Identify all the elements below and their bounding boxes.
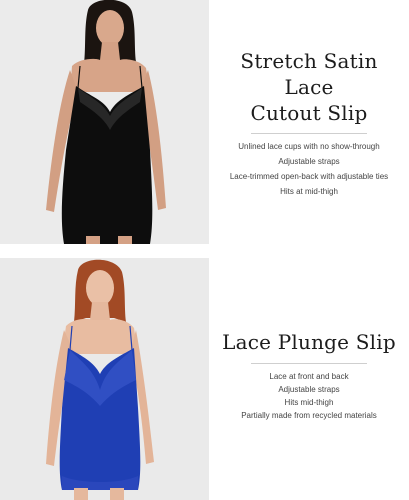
- product-image-black-slip: [0, 0, 209, 244]
- feature-item: Adjustable straps: [278, 385, 340, 394]
- feature-item: Adjustable straps: [278, 157, 340, 166]
- feature-list: Lace at front and back Adjustable straps…: [209, 372, 409, 421]
- product-title-line2: Cutout Slip: [250, 101, 368, 125]
- feature-item: Lace-trimmed open-back with adjustable t…: [229, 172, 389, 181]
- product-title: Lace Plunge Slip: [214, 328, 404, 356]
- product-image-blue-slip: [0, 258, 209, 500]
- feature-list: Unlined lace cups with no show-through A…: [209, 142, 409, 197]
- title-divider: [251, 133, 367, 134]
- model-black-slip-illustration: [46, 0, 166, 244]
- feature-item: Partially made from recycled materials: [241, 411, 377, 420]
- product-info-lace-plunge: Lace Plunge Slip Lace at front and back …: [209, 328, 409, 424]
- feature-item: Lace at front and back: [269, 372, 349, 381]
- model-blue-slip-illustration: [46, 259, 154, 500]
- feature-item: Hits at mid-thigh: [280, 187, 338, 196]
- product-info-stretch-satin: Stretch Satin Lace Cutout Slip Unlined l…: [209, 48, 409, 202]
- product-title-line1: Lace Plunge Slip: [222, 330, 396, 354]
- product-title-line1: Stretch Satin Lace: [240, 49, 378, 99]
- product-title: Stretch Satin Lace Cutout Slip: [214, 48, 404, 126]
- feature-item: Hits mid-thigh: [284, 398, 334, 407]
- feature-item: Unlined lace cups with no show-through: [238, 142, 380, 151]
- title-divider: [251, 363, 367, 364]
